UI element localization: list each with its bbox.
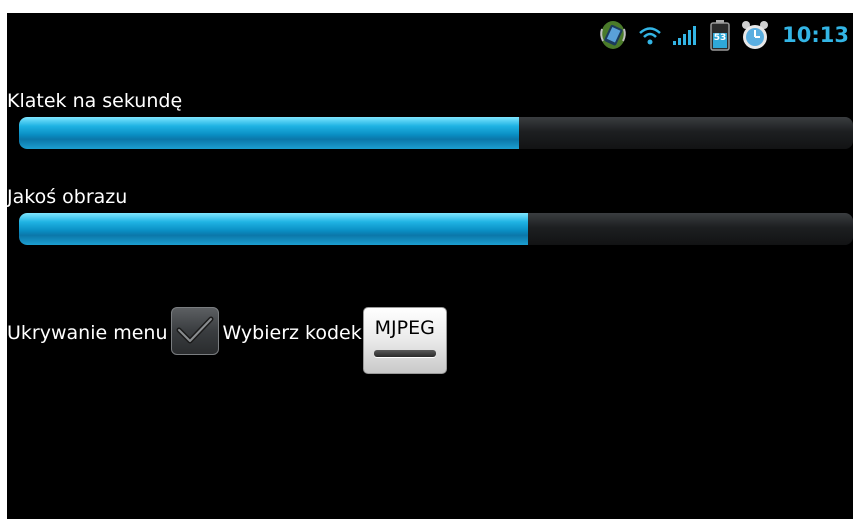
alarm-icon	[740, 19, 770, 51]
fps-seekbar-progress	[19, 117, 520, 149]
fps-seekbar[interactable]	[19, 117, 853, 149]
battery-icon: 53	[710, 19, 730, 51]
status-bar: 53 10:13	[7, 13, 853, 57]
hide-menu-checkbox[interactable]	[171, 307, 220, 355]
battery-level-text: 53	[714, 33, 727, 43]
quality-seekbar[interactable]	[19, 213, 853, 245]
clock: 10:13	[782, 23, 849, 47]
options-row: Ukrywanie menu Wybierz kodek MJPEG	[7, 307, 447, 379]
fps-label: Klatek na sekundę	[7, 90, 183, 112]
app-screen: 53 10:13 Klatek na sekundę Jakoś obrazu	[7, 13, 853, 519]
codec-label: Wybierz kodek	[222, 322, 362, 344]
quality-label: Jakoś obrazu	[7, 186, 128, 208]
status-icons: 53 10:13	[598, 19, 849, 51]
codec-selected-value: MJPEG	[374, 317, 435, 339]
signal-icon	[672, 24, 700, 46]
codec-select-button[interactable]: MJPEG	[362, 307, 447, 374]
hide-menu-label: Ukrywanie menu	[7, 322, 168, 344]
sync-icon	[598, 19, 628, 51]
quality-seekbar-progress	[19, 213, 528, 245]
button-indicator-bar	[373, 350, 436, 357]
checkmark-icon	[176, 316, 214, 344]
wifi-icon	[638, 24, 662, 46]
